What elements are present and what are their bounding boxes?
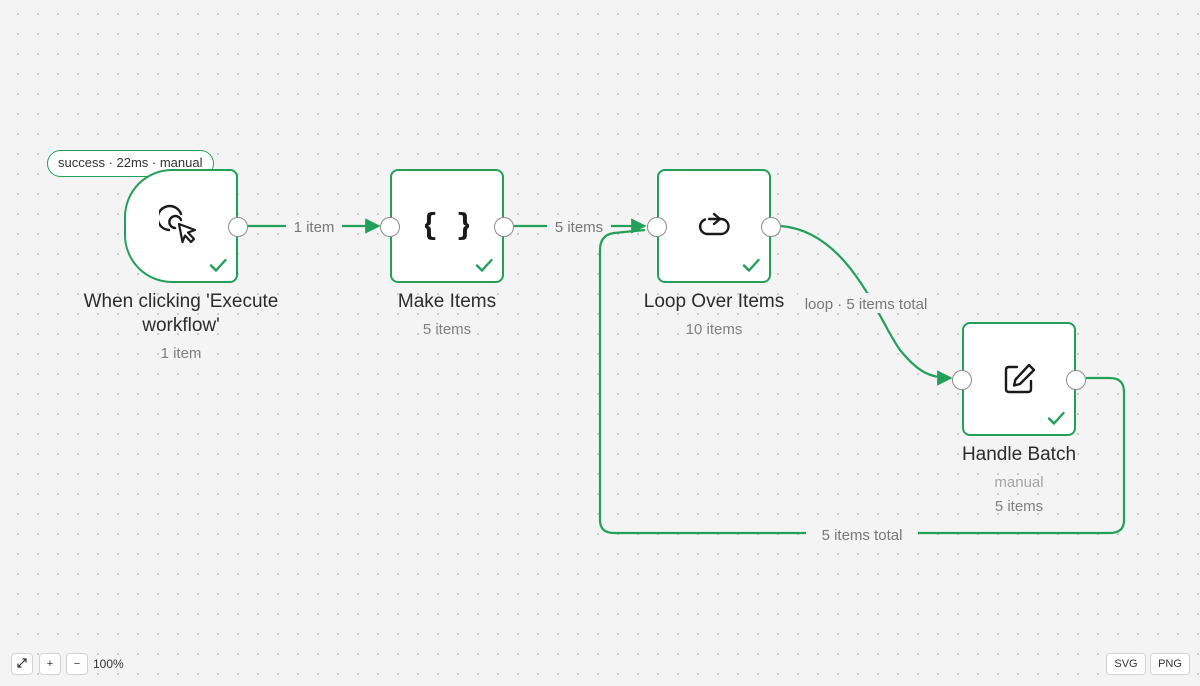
loop-icon — [692, 204, 736, 248]
svg-text:{ }: { } — [425, 208, 469, 243]
success-check-icon — [474, 255, 494, 275]
zoom-in-icon: + — [46, 658, 54, 670]
output-handle[interactable] — [494, 217, 514, 237]
zoom-in-button[interactable]: + — [39, 653, 61, 675]
edit-icon — [997, 357, 1041, 401]
export-svg-button[interactable]: SVG — [1106, 653, 1146, 675]
fit-view-icon — [17, 657, 27, 671]
zoom-out-button[interactable]: − — [66, 653, 88, 675]
zoom-level-indicator: 100% — [93, 657, 124, 671]
input-handle[interactable] — [647, 217, 667, 237]
success-check-icon — [208, 255, 228, 275]
success-check-icon — [1046, 408, 1066, 428]
input-handle[interactable] — [380, 217, 400, 237]
fit-view-button[interactable] — [11, 653, 33, 675]
node-title-handle-batch: Handle Batch — [961, 444, 1077, 465]
node-loop-over-items[interactable] — [647, 169, 781, 283]
node-mode-handle-batch: manual — [994, 474, 1044, 491]
success-check-icon — [741, 255, 761, 275]
node-manual-trigger[interactable] — [124, 169, 248, 283]
edge-label-loop-to-handle-batch: loop · 5 items total — [805, 296, 928, 313]
cursor-click-icon — [159, 204, 203, 248]
node-title-line-1: When clicking 'Execute — [83, 291, 279, 312]
node-items-make-items: 5 items — [422, 321, 472, 338]
node-title-loop-over-items: Loop Over Items — [643, 291, 785, 312]
node-make-items[interactable]: { } — [380, 169, 514, 283]
edge-label-handle-batch-to-loop: 5 items total — [822, 527, 903, 544]
code-braces-icon: { } — [425, 204, 469, 248]
node-items-trigger: 1 item — [160, 345, 202, 362]
output-handle[interactable] — [761, 217, 781, 237]
edge-label-trigger-to-make-items: 1 item — [294, 219, 335, 236]
node-items-loop-over-items: 10 items — [685, 321, 743, 338]
output-handle[interactable] — [1066, 370, 1086, 390]
zoom-out-icon: − — [73, 658, 81, 670]
node-handle-batch[interactable] — [952, 322, 1086, 436]
node-title-make-items: Make Items — [397, 291, 497, 312]
node-items-handle-batch: 5 items — [994, 498, 1044, 515]
output-handle[interactable] — [228, 217, 248, 237]
edge-label-make-items-to-loop: 5 items — [555, 219, 603, 236]
node-title-line-2: workflow' — [142, 315, 220, 336]
input-handle[interactable] — [952, 370, 972, 390]
node-title-trigger: When clicking 'Execute workflow' — [60, 290, 302, 338]
export-png-button[interactable]: PNG — [1150, 653, 1190, 675]
